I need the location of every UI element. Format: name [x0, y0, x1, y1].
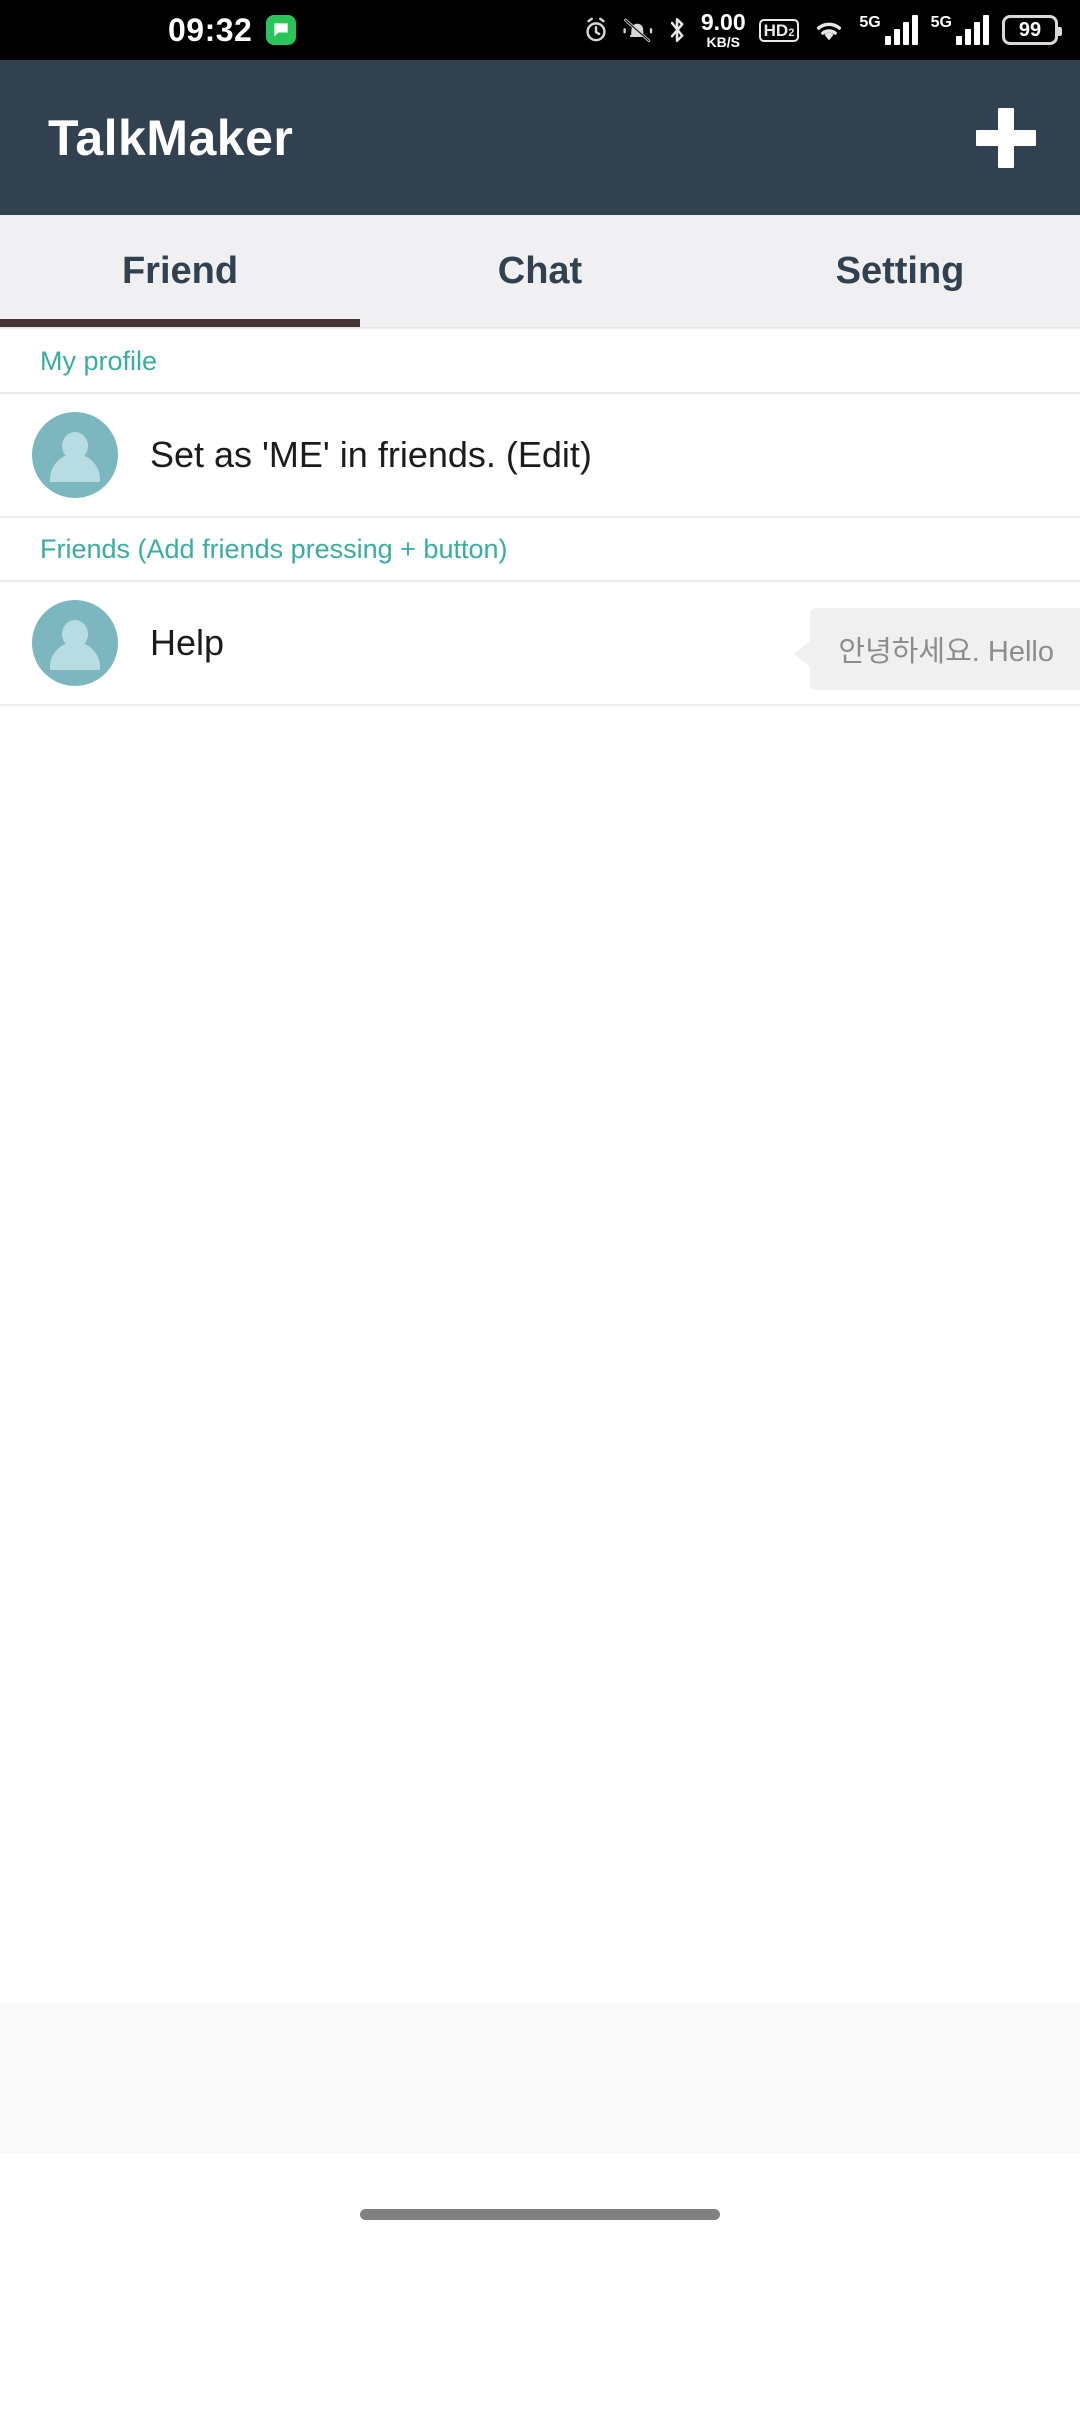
- list-item[interactable]: Help 안녕하세요. Hello: [0, 582, 1080, 706]
- sim1-network-label: 5G: [859, 14, 881, 31]
- status-clock: 09:32: [168, 12, 253, 48]
- tab-friend-label: Friend: [121, 249, 239, 292]
- tab-chat-label: Chat: [497, 249, 583, 292]
- tab-friend[interactable]: Friend: [0, 215, 360, 327]
- tab-bar: Friend Chat Setting: [0, 215, 1080, 327]
- alarm-clock-icon: [582, 16, 610, 44]
- sim1-signal-bars: [884, 15, 918, 45]
- app-bar: TalkMaker: [0, 60, 1080, 215]
- battery-level: 99: [1018, 19, 1042, 41]
- sim2-signal-indicator: 5G: [931, 15, 989, 45]
- list-item[interactable]: Set as 'ME' in friends. (Edit): [0, 394, 1080, 518]
- empty-list-area: [0, 706, 1080, 2003]
- home-indicator[interactable]: [360, 2209, 720, 2220]
- volte-hd-icon: HD 2: [758, 18, 800, 42]
- status-bar: 09:32 9.00 KB/S HD 2 5G 5G 99: [0, 0, 1080, 60]
- section-header-friends: Friends (Add friends pressing + button): [0, 518, 1080, 582]
- status-message-bubble: 안녕하세요. Hello: [794, 608, 1080, 690]
- sim1-signal-indicator: 5G: [859, 14, 918, 45]
- bell-muted-icon: [623, 16, 653, 44]
- avatar-body: [50, 642, 100, 670]
- volte-label: HD: [763, 20, 789, 40]
- section-header-friends-label: Friends (Add friends pressing + button): [40, 533, 508, 564]
- plus-icon[interactable]: [974, 106, 1038, 170]
- tab-setting-label: Setting: [835, 249, 965, 292]
- person-avatar: [32, 600, 118, 686]
- friend-name: Help: [150, 622, 225, 663]
- message-icon: [266, 15, 297, 45]
- wifi-icon: [812, 16, 846, 44]
- network-speed-value: 9.00: [700, 9, 746, 35]
- sim2-signal-bars: [956, 15, 989, 45]
- battery-indicator: 99: [1002, 15, 1062, 45]
- bottom-panel: [0, 2003, 1080, 2153]
- section-header-my-profile: My profile: [0, 330, 1080, 394]
- section-header-my-profile-label: My profile: [40, 345, 158, 376]
- navigation-bar: [0, 2153, 1080, 2258]
- bluetooth-icon: [666, 15, 688, 45]
- network-speed-unit: KB/S: [706, 34, 740, 50]
- volte-sub: 2: [788, 26, 795, 39]
- tab-setting[interactable]: Setting: [720, 215, 1080, 327]
- person-avatar: [32, 412, 118, 498]
- app-title: TalkMaker: [48, 109, 294, 166]
- avatar-body: [50, 454, 100, 482]
- tab-chat[interactable]: Chat: [360, 215, 720, 327]
- status-bar-left: 09:32: [168, 12, 297, 48]
- status-bar-right: 9.00 KB/S HD 2 5G 5G 99: [582, 9, 1062, 50]
- my-profile-label: Set as 'ME' in friends. (Edit): [150, 434, 592, 475]
- network-speed-indicator: 9.00 KB/S: [700, 9, 746, 50]
- sim2-network-label: 5G: [930, 14, 952, 31]
- friends-list: My profile Set as 'ME' in friends. (Edit…: [0, 330, 1080, 706]
